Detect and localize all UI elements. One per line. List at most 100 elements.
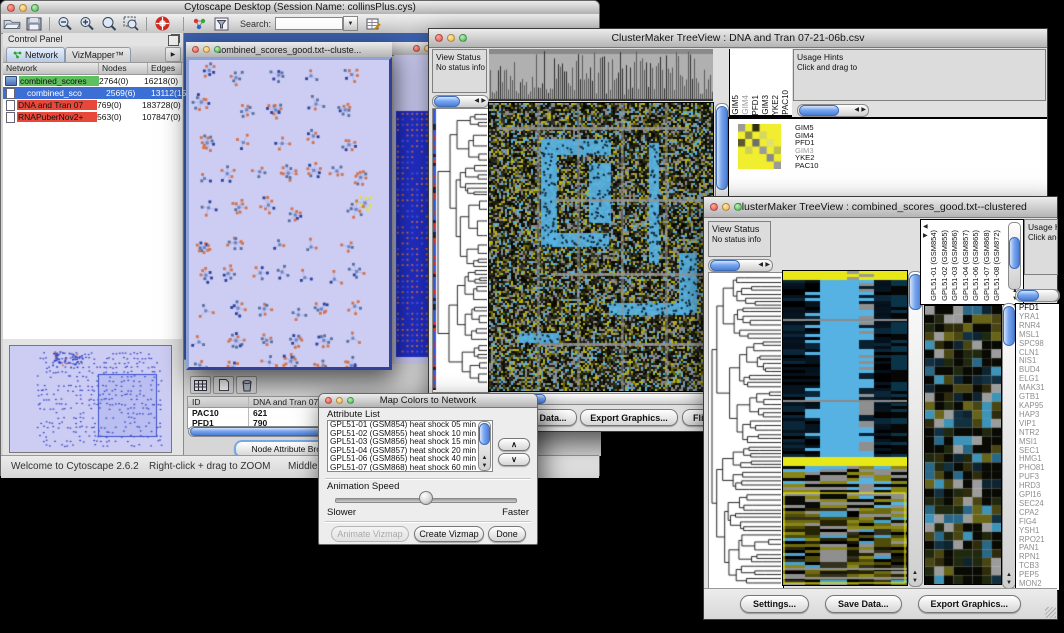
zoom-out-icon[interactable] [54,16,76,32]
minimize-button[interactable] [336,397,343,404]
resize-grip[interactable] [1045,607,1056,618]
treeview-action-button[interactable]: Save Data... [825,595,902,613]
zoom-actual-icon[interactable] [98,16,120,32]
column-label[interactable]: GPL51-06 (GSM865) [972,230,983,301]
export-graphics-button[interactable]: Export Graphics... [580,409,678,426]
move-up-button[interactable]: ∧ [498,438,530,451]
tab-vizmapper[interactable]: VizMapper™ [65,47,131,62]
close-button[interactable] [413,45,420,52]
network-view-titlebar[interactable]: combined_scores_good.txt--cluste... [186,42,392,58]
heatmap-canvas[interactable] [489,103,713,391]
scrollbar-thumb[interactable] [1003,306,1015,346]
filter-icon[interactable] [210,16,232,32]
RNAPuberNov2+[interactable]: RNAPuberNov2+ 563(0) 107847(0) [3,111,182,123]
scrollbar-thumb[interactable] [1009,237,1020,269]
attribute-list-item[interactable]: GPL51-07 (GSM868) heat shock 60 min [328,464,492,472]
labels-vscrollbar[interactable] [1008,222,1021,290]
scroll-right-icon[interactable]: ▶ [765,262,770,268]
animate-vizmap-button[interactable]: Animate Vizmap [331,526,409,542]
zoom-button[interactable] [459,34,467,42]
scroll-right-icon[interactable]: ▶ [923,233,928,239]
column-header-nodes[interactable]: Nodes [99,63,148,74]
float-panel-icon[interactable] [168,35,179,46]
DNA and Tran 07[interactable]: DNA and Tran 07 769(0) 183728(0) [3,99,182,111]
close-button[interactable] [325,397,332,404]
treeview1-titlebar[interactable]: ClusterMaker TreeView : DNA and Tran 07-… [429,29,1047,48]
treeview2-titlebar[interactable]: ClusterMaker TreeView : combined_scores_… [704,197,1057,218]
column-header-network[interactable]: Network [3,63,99,74]
main-window-titlebar[interactable]: Cytoscape Desktop (Session Name: collins… [1,1,599,15]
scroll-left-icon[interactable]: ◀ [854,107,859,113]
heatmap-canvas[interactable] [783,271,907,585]
search-dropdown-button[interactable]: ▼ [343,16,358,31]
scroll-down-icon[interactable]: ▼ [912,578,918,584]
column-header-edges[interactable]: Edges [148,63,182,74]
zoom-button[interactable] [734,203,742,211]
save-button[interactable] [23,16,45,32]
scroll-left-icon[interactable]: ◀ [923,224,928,230]
done-button[interactable]: Done [488,526,526,542]
zoom-in-icon[interactable] [76,16,98,32]
treeview-action-button[interactable]: Settings... [740,595,809,613]
dendrogram-hscrollbar[interactable]: ◀ ▶ [708,259,773,272]
close-button[interactable] [435,34,443,42]
dialog-titlebar[interactable]: Map Colors to Network [319,394,537,408]
network-overview-thumbnail[interactable] [9,345,172,453]
new-attribute-icon[interactable] [213,376,234,394]
list-vscrollbar[interactable]: ▲ ▼ [478,421,491,471]
row-label[interactable]: PAC10 [795,162,855,170]
column-label[interactable]: GPL51-08 (GSM872) [993,230,1004,301]
summary-matrix-canvas[interactable] [738,124,781,169]
minimize-button[interactable] [722,203,730,211]
minimize-button[interactable] [203,46,210,53]
zoom-button[interactable] [31,4,39,12]
scroll-right-icon[interactable]: ▶ [481,98,486,104]
delete-attribute-icon[interactable] [236,376,257,394]
hints-hscrollbar[interactable]: ◀ ▶ [797,104,869,117]
column-label[interactable]: PAC10 [782,90,792,115]
column-label[interactable]: GPL51-03 (GSM856) [951,230,962,301]
move-down-button[interactable]: ∨ [498,453,530,466]
scroll-left-icon[interactable]: ◀ [474,98,479,104]
close-button[interactable] [710,203,718,211]
minimize-button[interactable] [19,4,27,12]
scrollbar-thumb[interactable] [434,96,460,107]
zoom-fit-icon[interactable] [120,16,142,32]
minimize-button[interactable] [447,34,455,42]
scrollbar-thumb[interactable] [799,105,839,116]
column-header-id[interactable]: ID [188,397,249,407]
scrollbar-thumb[interactable] [710,260,740,271]
dendrogram-hscrollbar[interactable]: ◀ ▶ [432,95,489,108]
tab-network[interactable]: Network [6,47,65,62]
row-dendrogram-canvas[interactable] [709,273,781,588]
row-dendrogram-canvas[interactable] [433,109,487,390]
gene-vscrollbar[interactable]: ▲ ▼ [1002,303,1016,589]
scrollbar-thumb[interactable] [1017,290,1039,301]
tab-overflow-button[interactable]: ▶ [165,47,181,62]
animation-speed-slider-thumb[interactable] [419,491,433,505]
scroll-down-icon[interactable]: ▼ [1006,580,1012,586]
scroll-up-icon[interactable]: ▲ [912,570,918,576]
gene-hscrollbar[interactable] [1015,289,1059,302]
heatmap-vscrollbar[interactable]: ▲ ▼ [908,271,923,587]
table-edit-icon[interactable] [362,16,384,32]
column-dendrogram-canvas[interactable] [489,49,713,101]
scroll-up-icon[interactable]: ▲ [1006,572,1012,578]
vizmapper-icon[interactable] [188,16,210,32]
zoom-heatmap-canvas[interactable] [925,306,1001,584]
combined_sco[interactable]: combined_sco 2569(6) 13112(15) [3,87,182,99]
treeview-action-button[interactable]: Export Graphics... [918,595,1022,613]
scroll-up-icon[interactable]: ▲ [482,455,488,461]
zoom-button[interactable] [214,46,221,53]
scrollbar-thumb[interactable] [716,106,728,190]
scroll-left-icon[interactable]: ◀ [758,262,763,268]
network-view-canvas[interactable] [189,60,389,367]
select-attributes-icon[interactable] [190,376,211,394]
zoom-button[interactable] [347,397,354,404]
help-lifesaver-icon[interactable] [151,16,173,32]
scrollbar-thumb[interactable] [479,423,490,445]
open-file-button[interactable] [1,16,23,32]
search-input[interactable] [275,17,343,30]
combined_scores[interactable]: combined_scores 2764(0) 16218(0) [3,75,182,87]
close-button[interactable] [7,4,15,12]
